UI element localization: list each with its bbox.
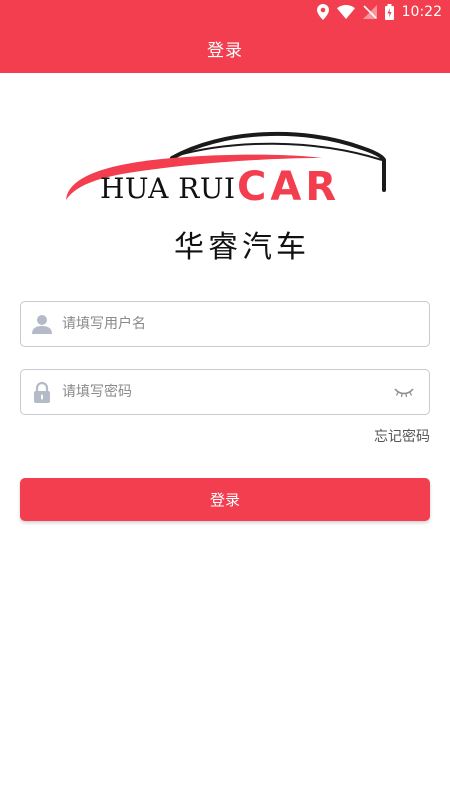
brand-logo: HUA RUI CAR 华睿汽车 (62, 128, 388, 268)
battery-icon (384, 4, 394, 20)
lock-icon (34, 381, 50, 403)
user-icon (32, 315, 52, 334)
signal-off-icon (362, 5, 377, 19)
logo-latin-text: HUA RUI (100, 172, 236, 205)
username-field[interactable] (20, 301, 430, 347)
page-title: 登录 (207, 41, 243, 61)
header-bar: 登录 (0, 24, 450, 73)
status-time: 10:22 (401, 4, 442, 20)
forgot-password-link[interactable]: 忘记密码 (374, 426, 430, 446)
status-icons: 10:22 (316, 3, 442, 21)
password-input[interactable] (53, 370, 393, 414)
password-field[interactable] (20, 369, 430, 415)
login-button[interactable]: 登录 (20, 478, 430, 521)
wifi-icon (336, 5, 355, 19)
username-input[interactable] (53, 302, 429, 346)
location-icon (316, 4, 329, 20)
status-bar: 10:22 (0, 0, 450, 24)
logo-chinese-text: 华睿汽车 (174, 230, 310, 265)
eye-closed-icon[interactable] (393, 385, 415, 399)
logo-car-text: CAR (237, 164, 341, 210)
